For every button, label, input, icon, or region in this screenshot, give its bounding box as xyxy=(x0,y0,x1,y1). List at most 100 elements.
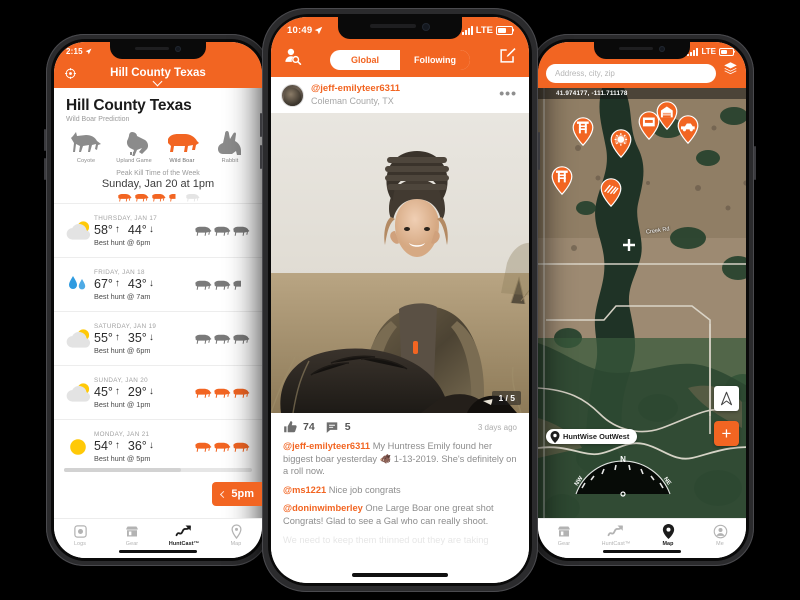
hunting-photo-illustration xyxy=(271,113,529,413)
map-pin[interactable] xyxy=(610,129,632,158)
tab-huntcast[interactable]: HuntCast™ xyxy=(590,524,642,547)
map-pin[interactable] xyxy=(551,166,573,195)
temp-high: 45° xyxy=(94,384,113,399)
comment-author[interactable]: @jeff-emilyteer6311 xyxy=(283,441,370,451)
tab-huntcast[interactable]: HuntCast™ xyxy=(158,524,210,547)
tab-gear[interactable]: Gear xyxy=(538,524,590,547)
scroll-indicator[interactable] xyxy=(64,468,252,472)
forecast-row[interactable]: SATURDAY, JAN 19 55° ↑ 35° ↓ Best hunt @ 6pm xyxy=(54,311,262,365)
boar-rating-icon xyxy=(195,226,212,236)
screen-map: Address, city, zip 41.974177, -111.71117… xyxy=(538,42,746,558)
home-indicator[interactable] xyxy=(119,550,197,553)
status-time: 10:49 xyxy=(287,25,323,36)
gear-store-icon xyxy=(126,526,138,537)
time-selector-pill[interactable]: 5pm xyxy=(212,482,262,506)
species-item-upland-game[interactable]: Upland Game xyxy=(111,130,157,164)
volume-up-button[interactable] xyxy=(44,129,46,151)
power-button[interactable] xyxy=(538,132,540,170)
home-indicator[interactable] xyxy=(603,550,681,553)
photo-counter: 1 / 5 xyxy=(492,391,521,405)
compose-icon[interactable] xyxy=(498,46,517,70)
coordinates-bar: 41.974177, -111.711178 xyxy=(538,88,746,99)
coyote-icon xyxy=(71,132,101,152)
chevron-left-icon xyxy=(220,490,228,498)
network-label: LTE xyxy=(701,47,716,56)
feed-scope-tabs[interactable]: Global Following xyxy=(330,50,470,70)
compass-navigate-button[interactable] xyxy=(714,386,739,411)
forecast-row[interactable]: THURSDAY, JAN 17 58° ↑ 44° ↓ Best hunt @ 6pm xyxy=(54,203,262,257)
plus-icon: + xyxy=(721,424,732,443)
forecast-row[interactable]: MONDAY, JAN 21 54° ↑ 36° ↓ Best hunt @ 5pm xyxy=(54,419,262,473)
forecast-row[interactable]: FRIDAY, JAN 18 67° ↑ 43° ↓ Best hunt @ 7am xyxy=(54,257,262,311)
phone-device-huntcast: Hill County Texas Hill County Texas Wild… xyxy=(44,34,272,566)
tab-logs[interactable]: Logs xyxy=(54,524,106,547)
weather-icon xyxy=(64,382,92,403)
rain-icon xyxy=(69,275,86,289)
comment-author[interactable]: @doninwimberley xyxy=(283,503,363,513)
header-title-group[interactable]: Hill County Texas xyxy=(110,67,206,87)
status-indicators: LTE xyxy=(687,47,734,56)
temp-low: 35° xyxy=(127,330,147,345)
temp-low: 29° xyxy=(127,384,147,399)
forecast-row[interactable]: SUNDAY, JAN 20 45° ↑ 29° ↓ Best hunt @ 1pm xyxy=(54,365,262,419)
map-pin[interactable] xyxy=(600,178,622,207)
best-hunt-time: Best hunt @ 6pm xyxy=(94,345,151,355)
satellite-map[interactable]: 41.974177, -111.711178 Creek Rd HuntWise… xyxy=(538,88,746,518)
author-handle[interactable]: @jeff-emilyteer6311 xyxy=(311,83,499,95)
logs-icon xyxy=(73,525,87,538)
avatar[interactable] xyxy=(281,84,304,107)
map-pin[interactable] xyxy=(656,101,678,130)
map-pin-icon xyxy=(662,524,674,539)
best-hunt-time: Best hunt @ 7am xyxy=(94,291,151,301)
front-camera xyxy=(659,46,665,52)
species-item-wild-boar[interactable]: Wild Boar xyxy=(159,130,205,164)
peak-value: Sunday, Jan 20 at 1pm xyxy=(101,178,215,190)
forecast-rating xyxy=(194,225,252,237)
map-pin[interactable] xyxy=(677,115,699,144)
map-area-label[interactable]: HuntWise OutWest xyxy=(546,429,638,444)
tab-global[interactable]: Global xyxy=(330,50,400,70)
boar-rating-icon xyxy=(233,388,250,398)
profile-search-icon[interactable] xyxy=(283,46,302,70)
post-photo[interactable]: 1 / 5 xyxy=(271,113,529,413)
tab-following[interactable]: Following xyxy=(400,50,470,70)
author-location: Coleman County, TX xyxy=(311,96,394,107)
network-label: LTE xyxy=(475,24,493,36)
tab-map[interactable]: Map xyxy=(210,524,262,547)
boar-rating-icon xyxy=(214,280,231,290)
author-names: @jeff-emilyteer6311 Coleman County, TX xyxy=(304,83,499,107)
search-input[interactable]: Address, city, zip xyxy=(546,64,716,83)
layers-icon[interactable] xyxy=(723,61,738,83)
volume-up-button[interactable] xyxy=(260,113,262,137)
earpiece-speaker xyxy=(135,47,169,50)
add-waypoint-button[interactable]: + xyxy=(714,421,739,446)
gear-icon[interactable] xyxy=(64,67,77,80)
partly-cloudy-icon xyxy=(66,329,90,348)
power-button[interactable] xyxy=(754,146,756,180)
home-indicator[interactable] xyxy=(352,573,448,577)
volume-down-button[interactable] xyxy=(260,145,262,169)
species-item-coyote[interactable]: Coyote xyxy=(63,130,109,164)
post-author-row[interactable]: @jeff-emilyteer6311 Coleman County, TX •… xyxy=(271,77,529,113)
temp-low: 43° xyxy=(127,276,147,291)
comment-text: We need to keep them thinned out they ar… xyxy=(283,534,489,545)
arrow-down-icon: ↓ xyxy=(148,440,154,451)
forecast-temps: 67° ↑ 43° ↓ xyxy=(94,277,194,291)
forecast-day: THURSDAY, JAN 17 xyxy=(94,214,158,222)
crosshair-icon xyxy=(623,239,635,251)
map-pin[interactable] xyxy=(572,117,594,146)
tab-gear[interactable]: Gear xyxy=(106,524,158,547)
species-item-rabbit[interactable]: Rabbit xyxy=(207,130,253,164)
tab-label: Map xyxy=(230,541,242,547)
compass-rose: N NW NE xyxy=(568,450,678,500)
forecast-day: FRIDAY, JAN 18 xyxy=(94,268,145,276)
volume-down-button[interactable] xyxy=(44,158,46,180)
more-options-icon[interactable]: ••• xyxy=(499,85,517,107)
tab-map[interactable]: Map xyxy=(642,524,694,547)
screenshot-stage: Hill County Texas Hill County Texas Wild… xyxy=(0,0,800,600)
blind-icon xyxy=(642,117,655,127)
comment-author[interactable]: @ms1221 xyxy=(283,485,326,495)
comment-item: @ms1221 Nice job congrats xyxy=(271,482,529,501)
boar-rating-icon xyxy=(233,442,250,452)
tab-me[interactable]: Me xyxy=(694,524,746,547)
